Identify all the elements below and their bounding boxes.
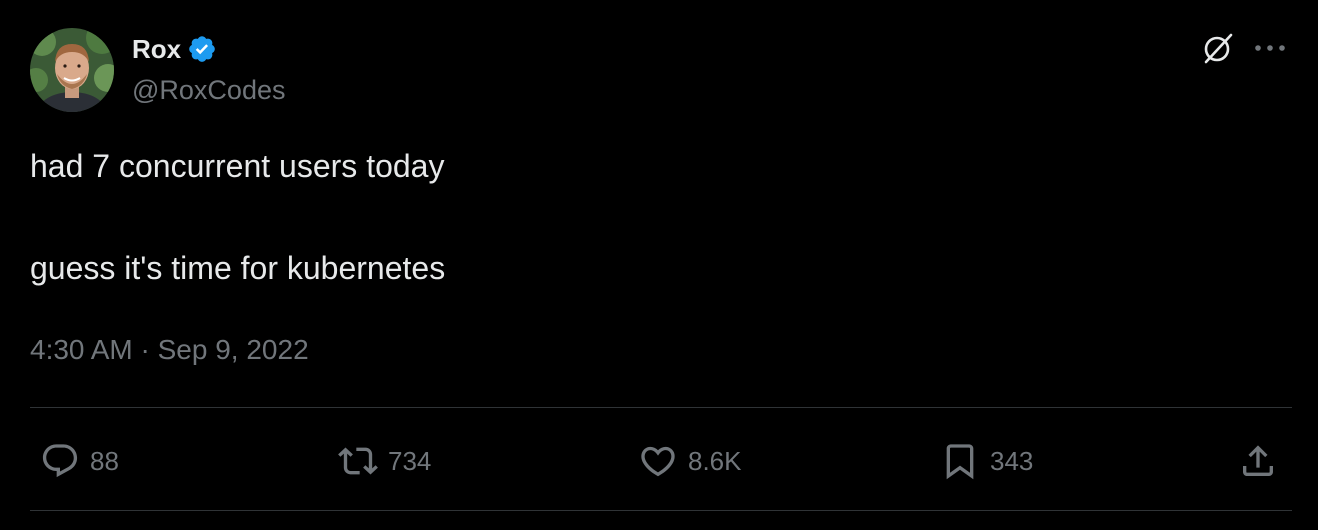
tweet-top-actions	[1198, 28, 1290, 68]
verified-badge-icon[interactable]	[187, 34, 217, 64]
reply-icon	[38, 439, 82, 483]
tweet-paragraph: had 7 concurrent users today	[30, 148, 445, 184]
tweet-timestamp[interactable]: 4:30 AM · Sep 9, 2022	[30, 332, 309, 368]
author-handle[interactable]: @RoxCodes	[132, 72, 285, 108]
heart-icon	[636, 439, 680, 483]
bookmark-count: 343	[990, 445, 1034, 476]
like-button[interactable]: 8.6K	[636, 436, 742, 486]
reply-button[interactable]: 88	[38, 436, 119, 486]
bookmark-button[interactable]: 343	[938, 436, 1033, 486]
share-button[interactable]	[1236, 436, 1280, 486]
author-display-name[interactable]: Rox	[132, 31, 181, 67]
tweet-text: had 7 concurrent users today guess it's …	[30, 146, 1230, 288]
divider	[30, 407, 1292, 408]
avatar-image	[30, 28, 114, 112]
share-icon	[1236, 439, 1280, 483]
divider	[30, 510, 1292, 511]
avatar[interactable]	[30, 28, 114, 112]
reply-count: 88	[90, 445, 119, 476]
grok-icon[interactable]	[1198, 28, 1238, 68]
repost-count: 734	[388, 445, 432, 476]
engagement-bar: 88 734 8.6K 343	[30, 436, 1292, 486]
tweet-date: Sep 9, 2022	[157, 334, 309, 365]
meta-separator: ·	[132, 334, 158, 365]
more-icon[interactable]	[1250, 28, 1290, 68]
bookmark-icon	[938, 439, 982, 483]
like-count: 8.6K	[688, 445, 742, 476]
tweet-paragraph: guess it's time for kubernetes	[30, 250, 446, 286]
repost-icon	[336, 439, 380, 483]
tweet-card: Rox @RoxCodes had 7 concurrent users tod…	[0, 0, 1318, 530]
repost-button[interactable]: 734	[336, 436, 431, 486]
author-name-row: Rox	[132, 31, 217, 67]
tweet-time: 4:30 AM	[30, 334, 133, 365]
